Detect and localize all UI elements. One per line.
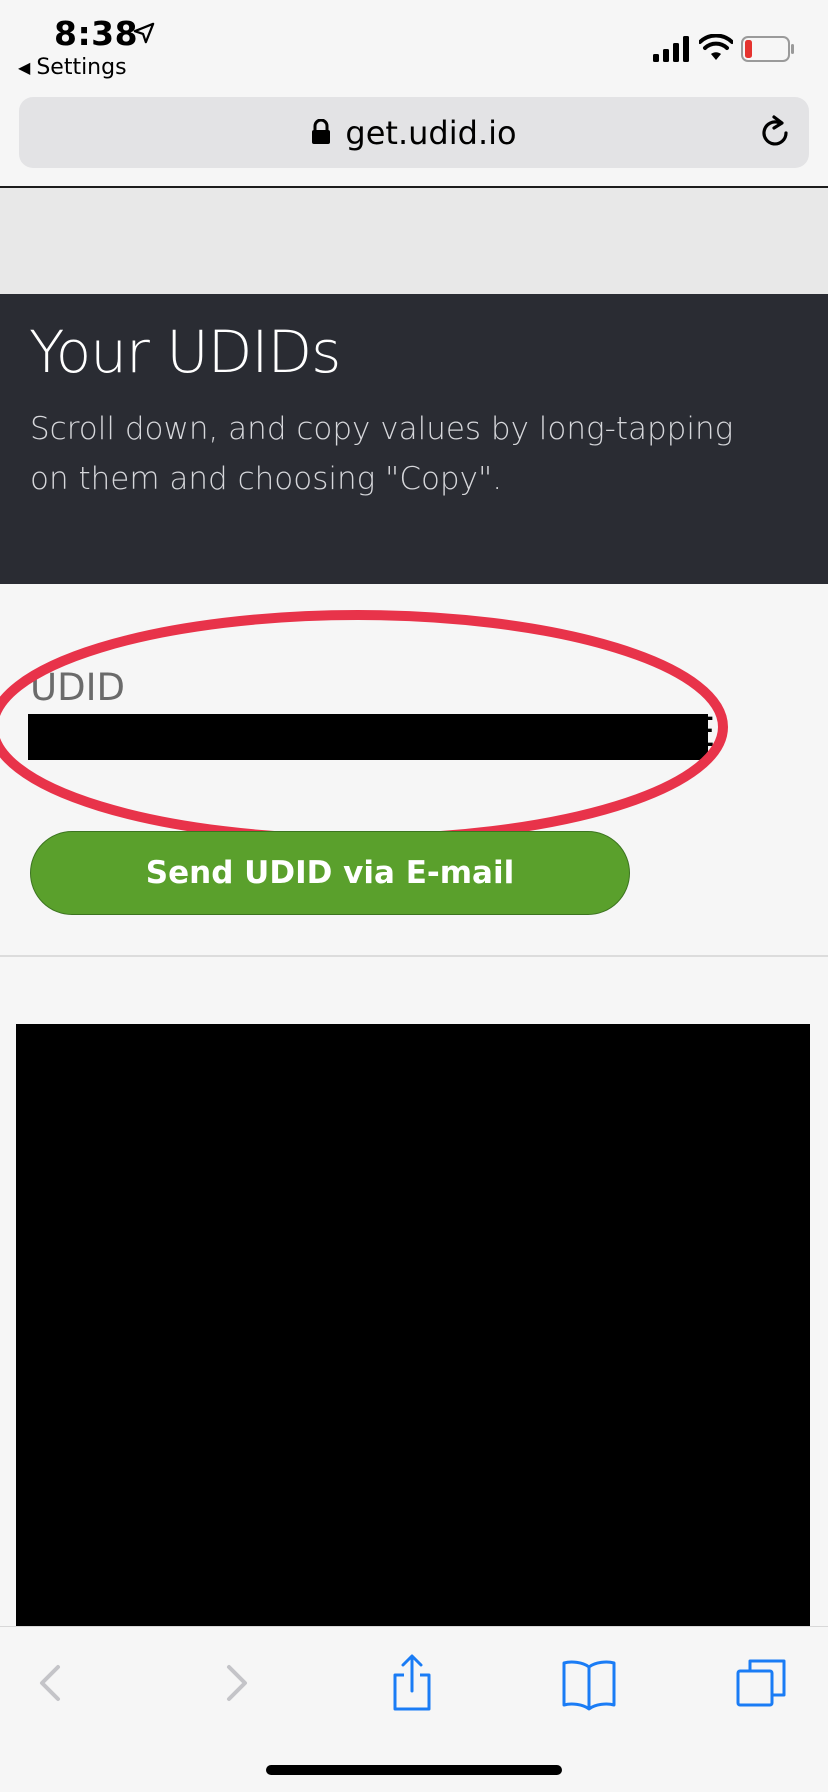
top-gray-band (0, 188, 828, 294)
reload-icon[interactable] (757, 115, 793, 151)
back-icon[interactable] (22, 1653, 82, 1713)
url-text: get.udid.io (345, 113, 517, 152)
hero-section: Your UDIDs Scroll down, and copy values … (0, 294, 828, 584)
location-arrow-icon (133, 22, 155, 44)
send-udid-email-button[interactable]: Send UDID via E-mail (30, 831, 630, 915)
status-time: 8:38 (54, 14, 139, 53)
home-indicator[interactable] (266, 1765, 562, 1775)
back-to-settings-link[interactable]: ◀ Settings (18, 55, 127, 80)
cellular-signal-icon (653, 36, 689, 62)
udid-value-redacted[interactable] (28, 714, 708, 760)
page-title: Your UDIDs (29, 318, 341, 386)
status-bar: 8:38 ◀ Settings (0, 0, 828, 92)
tabs-icon[interactable] (732, 1653, 792, 1713)
back-triangle-icon: ◀ (18, 58, 31, 77)
wifi-icon (699, 34, 733, 60)
page-subtitle: Scroll down, and copy values by long-tap… (30, 411, 734, 497)
battery-low-icon (741, 36, 794, 62)
lock-icon (312, 118, 331, 144)
address-bar[interactable]: get.udid.io (19, 97, 809, 168)
redacted-content-block (16, 1024, 810, 1626)
bookmarks-icon[interactable] (559, 1653, 619, 1713)
section-divider (0, 955, 828, 957)
forward-icon[interactable] (205, 1653, 265, 1713)
back-to-settings-label: Settings (36, 55, 127, 80)
udid-value-tail: E (690, 710, 716, 756)
share-icon[interactable] (382, 1653, 442, 1713)
udid-label: UDID (30, 666, 125, 709)
